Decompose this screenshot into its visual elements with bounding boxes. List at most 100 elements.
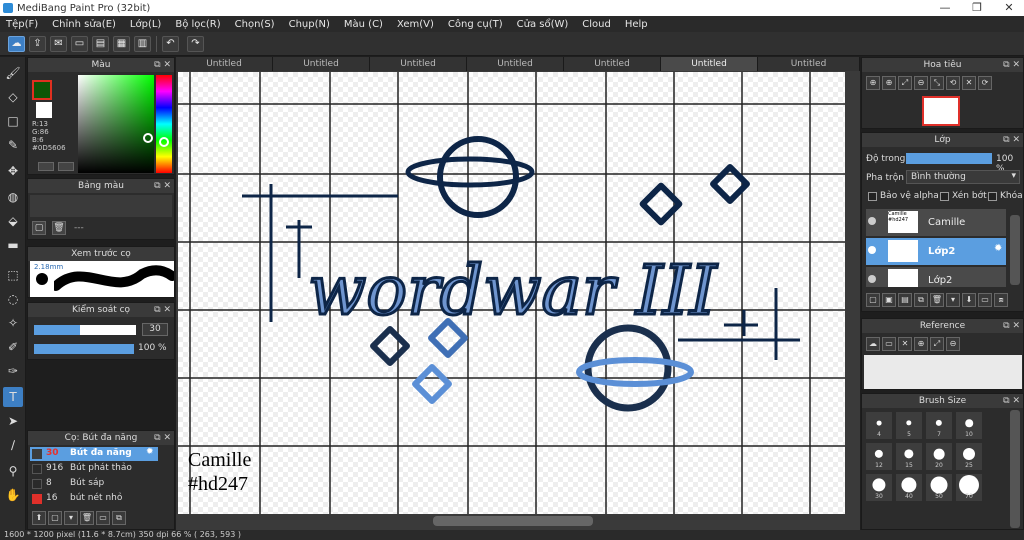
fit-icon[interactable]: ⤢ xyxy=(930,337,944,351)
menu-window[interactable]: Cửa sổ(W) xyxy=(517,19,569,30)
menu-capture[interactable]: Chụp(N) xyxy=(289,19,330,30)
brush-size-slot[interactable]: 30 xyxy=(866,474,892,501)
gradient-tool-icon[interactable]: ▬ xyxy=(3,235,23,255)
saturation-value-picker[interactable] xyxy=(78,75,154,173)
undo-icon[interactable]: ↶ xyxy=(162,36,179,52)
grid-icon[interactable]: ▦ xyxy=(113,36,130,52)
brush-size-slot[interactable]: 50 xyxy=(926,474,952,501)
fill-tool-icon[interactable]: ◍ xyxy=(3,187,23,207)
delete-palette-icon[interactable]: 🗑 xyxy=(52,221,66,235)
layer-scrollbar[interactable] xyxy=(1010,215,1020,285)
brush-size-slot[interactable]: 12 xyxy=(866,443,892,470)
menu-view[interactable]: Xem(V) xyxy=(397,19,434,30)
redo-icon[interactable]: ↷ xyxy=(187,36,204,52)
panel-controls-icon[interactable]: ⧉ ✕ xyxy=(154,58,171,72)
hue-slider-handle[interactable] xyxy=(159,137,169,147)
new-layer-icon[interactable]: ▢ xyxy=(866,293,880,307)
maximize-button[interactable]: ❐ xyxy=(962,0,992,16)
menu-edit[interactable]: Chỉnh sửa(E) xyxy=(52,19,116,30)
hue-slider[interactable] xyxy=(156,75,172,173)
operation-tool-icon[interactable]: ➤ xyxy=(3,411,23,431)
actual-size-icon[interactable]: ⤡ xyxy=(930,76,944,90)
move-down-icon[interactable]: ⬇ xyxy=(962,293,976,307)
protect-alpha-checkbox[interactable] xyxy=(868,192,877,201)
horizontal-scrollbar[interactable] xyxy=(433,516,593,526)
brush-item-selected[interactable]: 30 Bút đa năng ✹ xyxy=(30,447,158,461)
clipping-checkbox[interactable] xyxy=(940,192,949,201)
lock-checkbox[interactable] xyxy=(988,192,997,201)
visibility-eye-icon[interactable] xyxy=(868,217,876,225)
select-eraser-tool-icon[interactable]: ✑ xyxy=(3,361,23,381)
panel-controls-icon[interactable]: ⧉ ✕ xyxy=(1003,133,1020,147)
panel-controls-icon[interactable]: ⧉ ✕ xyxy=(154,179,171,193)
comment-icon[interactable]: ✉ xyxy=(50,36,67,52)
duplicate-icon[interactable]: ⧉ xyxy=(112,511,126,525)
foreground-color-swatch[interactable] xyxy=(32,80,52,100)
close-button[interactable]: ✕ xyxy=(994,0,1024,16)
folder-icon[interactable]: ▭ xyxy=(978,293,992,307)
layout-icon[interactable]: ▥ xyxy=(134,36,151,52)
rectangle-tool-icon[interactable]: □ xyxy=(3,111,23,131)
menu-tools[interactable]: Công cụ(T) xyxy=(448,19,503,30)
panel-controls-icon[interactable]: ⧉ ✕ xyxy=(1003,319,1020,333)
layer-row[interactable]: Lớp2 xyxy=(866,267,1006,287)
delete-layer-icon[interactable]: 🗑 xyxy=(930,293,944,307)
new-8bit-layer-icon[interactable]: ▤ xyxy=(898,293,912,307)
navigator-thumbnail[interactable] xyxy=(922,96,960,126)
brush-size-slot[interactable]: 5 xyxy=(896,412,922,439)
brush-size-slot[interactable]: 7 xyxy=(926,412,952,439)
rotate-reset-icon[interactable]: ✕ xyxy=(962,76,976,90)
tab-untitled[interactable]: Untitled xyxy=(467,57,564,71)
zoom-out-icon[interactable]: ⊕ xyxy=(882,76,896,90)
brush-menu-icon[interactable]: ▾ xyxy=(64,511,78,525)
select-pen-tool-icon[interactable]: ✐ xyxy=(3,337,23,357)
window-icon[interactable]: ▭ xyxy=(71,36,88,52)
blur-tool-icon[interactable]: ∕ xyxy=(3,435,23,455)
magic-wand-tool-icon[interactable]: ✧ xyxy=(3,313,23,333)
new-halftone-layer-icon[interactable]: ▣ xyxy=(882,293,896,307)
cloud-upload-icon[interactable]: ☁ xyxy=(866,337,880,351)
text-tool-icon[interactable]: T xyxy=(3,387,23,407)
brush-size-scrollbar[interactable] xyxy=(1010,410,1020,528)
menu-color[interactable]: Màu (C) xyxy=(344,19,383,30)
copy-layer-icon[interactable]: ⧉ xyxy=(914,293,928,307)
zoom-minus-icon[interactable]: ⊖ xyxy=(914,76,928,90)
merge-icon[interactable]: ⧈ xyxy=(994,293,1008,307)
brush-size-slot[interactable]: 4 xyxy=(866,412,892,439)
minimize-button[interactable]: — xyxy=(930,0,960,16)
pen-tool-icon[interactable]: ✎ xyxy=(3,135,23,155)
fit-icon[interactable]: ⤢ xyxy=(898,76,912,90)
layer-row[interactable]: Camille #hd247 Camille xyxy=(866,209,1006,236)
gear-icon[interactable]: ✹ xyxy=(146,447,154,457)
eraser-tool-icon[interactable]: ◇ xyxy=(3,87,23,107)
add-brush-icon[interactable]: ⬆ xyxy=(32,511,46,525)
tab-untitled[interactable]: Untitled xyxy=(370,57,467,71)
background-color-swatch[interactable] xyxy=(36,102,52,118)
move-tool-icon[interactable]: ✥ xyxy=(3,161,23,181)
zoom-out-icon[interactable]: ⊖ xyxy=(946,337,960,351)
panel-controls-icon[interactable]: ⧉ ✕ xyxy=(1003,394,1020,408)
rotate-left-icon[interactable]: ⟲ xyxy=(946,76,960,90)
lasso-tool-icon[interactable]: ◌ xyxy=(3,289,23,309)
folder-icon[interactable]: ▭ xyxy=(96,511,110,525)
brush-size-slot[interactable]: 40 xyxy=(896,474,922,501)
visibility-eye-icon[interactable] xyxy=(868,275,876,283)
new-palette-icon[interactable]: ▢ xyxy=(32,221,46,235)
select-tool-icon[interactable]: ⬚ xyxy=(3,265,23,285)
drawing-canvas[interactable]: wordwar III Camille #hd247 xyxy=(178,72,845,514)
blend-mode-select[interactable]: Bình thường ▾ xyxy=(906,170,1020,184)
brush-tool-icon[interactable]: 🖌 xyxy=(3,63,23,83)
brush-opacity-slider[interactable] xyxy=(34,344,134,354)
bucket-tool-icon[interactable]: ⬙ xyxy=(3,211,23,231)
palette-swatch-area[interactable] xyxy=(30,195,172,217)
share-icon[interactable]: ⇪ xyxy=(29,36,46,52)
delete-reference-icon[interactable]: ✕ xyxy=(898,337,912,351)
open-folder-icon[interactable]: ▭ xyxy=(882,337,896,351)
brush-size-slot[interactable]: 70 xyxy=(956,474,982,501)
brush-size-value[interactable]: 30 xyxy=(142,323,168,336)
delete-brush-icon[interactable]: 🗑 xyxy=(80,511,94,525)
brush-size-slot[interactable]: 20 xyxy=(926,443,952,470)
sv-picker-handle[interactable] xyxy=(143,133,153,143)
brush-size-slot[interactable]: 10 xyxy=(956,412,982,439)
visibility-eye-icon[interactable] xyxy=(868,246,876,254)
